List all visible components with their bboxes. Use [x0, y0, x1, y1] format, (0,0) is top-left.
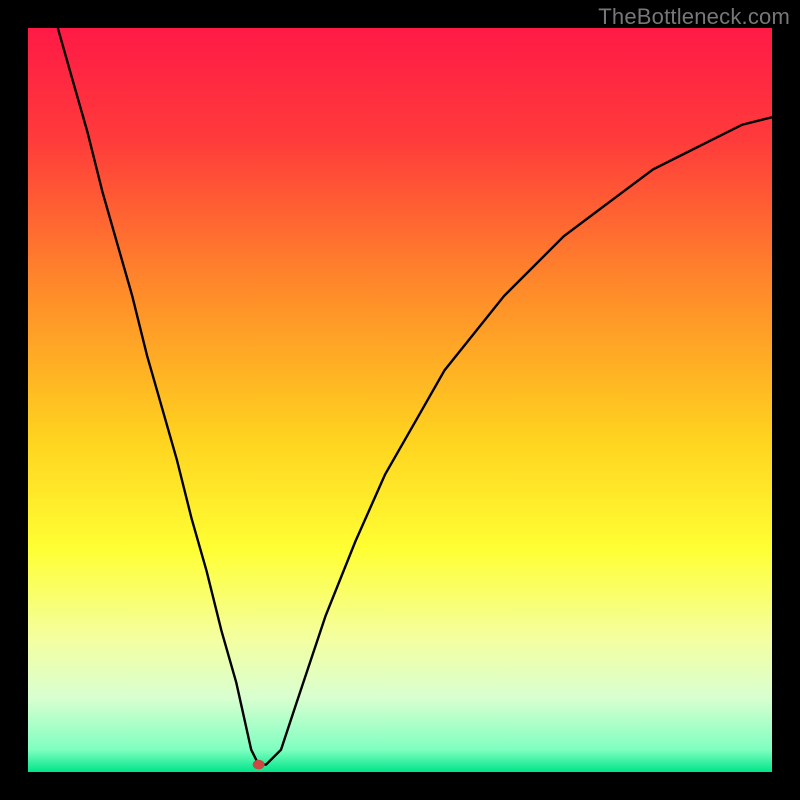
optimum-marker	[253, 760, 265, 770]
chart-frame: TheBottleneck.com	[0, 0, 800, 800]
watermark-label: TheBottleneck.com	[598, 4, 790, 30]
bottleneck-chart	[28, 28, 772, 772]
gradient-background	[28, 28, 772, 772]
plot-area	[28, 28, 772, 772]
